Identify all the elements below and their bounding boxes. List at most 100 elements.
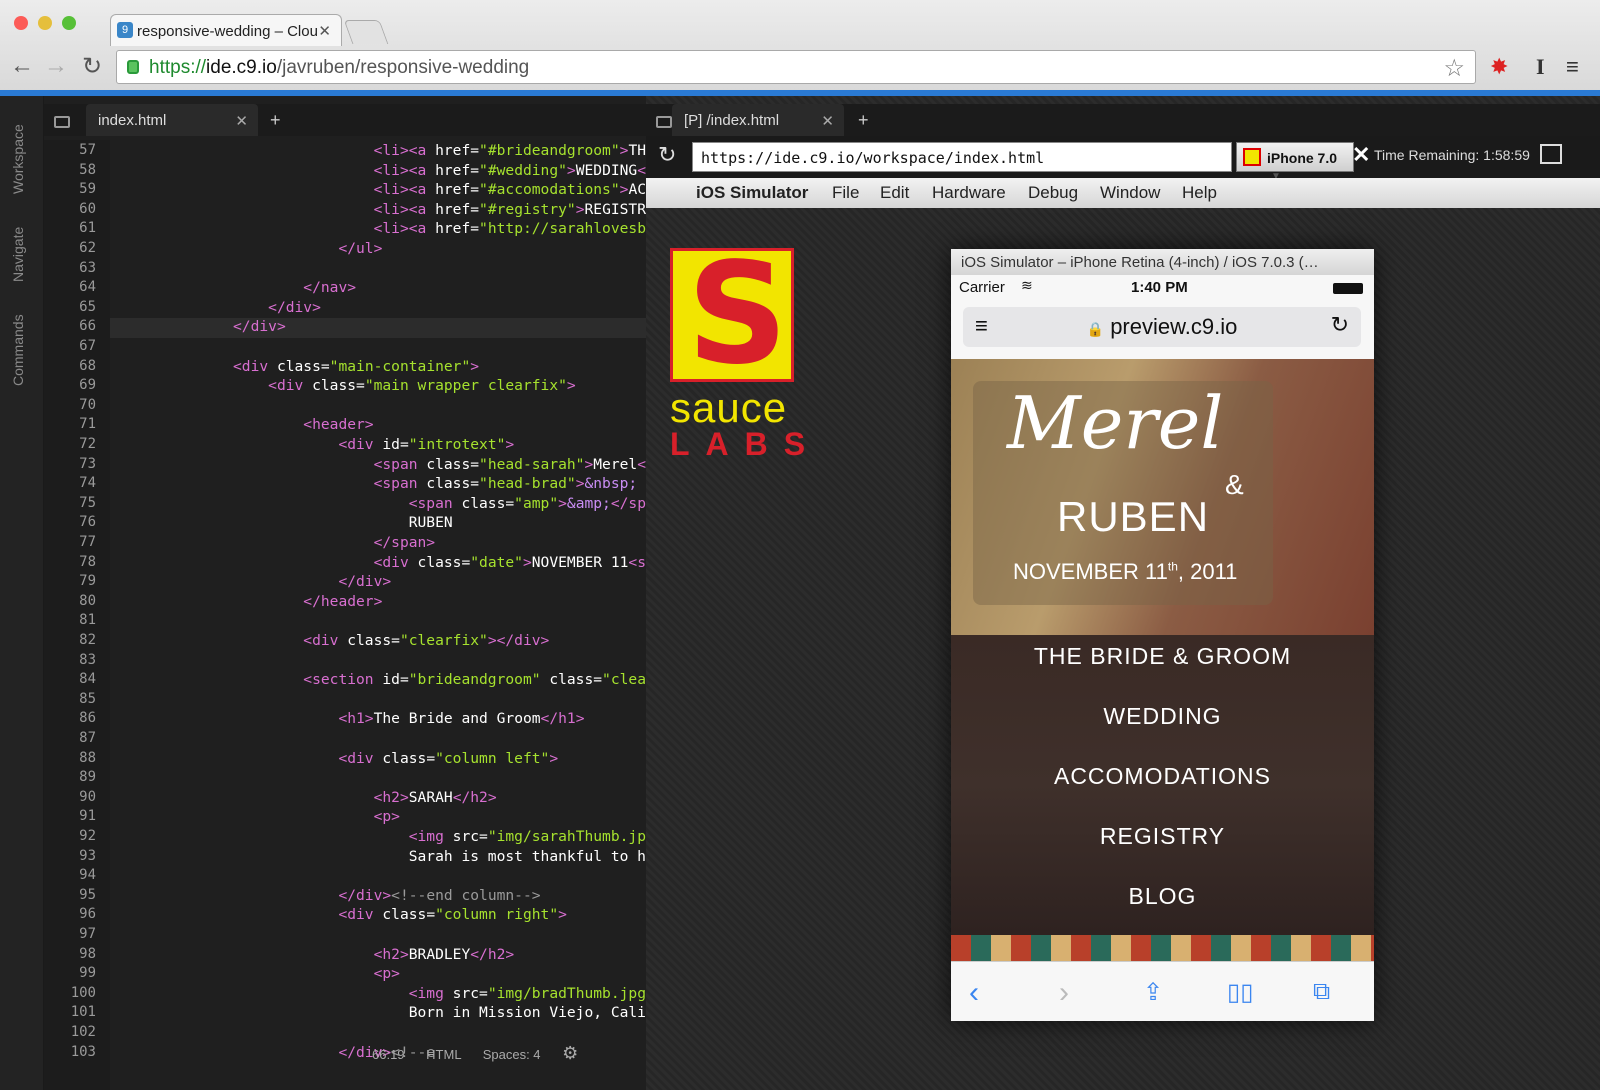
code-line[interactable]: </div> — [110, 573, 646, 593]
panel-toggle-icon[interactable] — [54, 116, 70, 128]
address-bar[interactable]: https://ide.c9.io/javruben/responsive-we… — [116, 50, 1476, 84]
reload-icon[interactable]: ↻ — [1331, 312, 1349, 338]
code-line[interactable]: <section id="brideandgroom" class="clear — [110, 671, 646, 691]
code-line[interactable]: <div class="column left"> — [110, 750, 646, 770]
code-line[interactable]: <div class="main-container"> — [110, 358, 646, 378]
refresh-icon[interactable]: ↻ — [658, 142, 676, 168]
code-line[interactable]: <div class="column right"> — [110, 906, 646, 926]
menu-edit[interactable]: Edit — [880, 183, 909, 203]
code-line[interactable] — [110, 769, 646, 789]
forward-arrow-icon[interactable]: → — [44, 52, 68, 80]
code-line[interactable] — [110, 612, 646, 632]
code-line[interactable]: <div class="main wrapper clearfix"> — [110, 377, 646, 397]
code-line[interactable]: <p> — [110, 808, 646, 828]
code-line[interactable] — [110, 691, 646, 711]
code-line[interactable]: <div id="introtext"> — [110, 436, 646, 456]
new-tab-button[interactable] — [343, 20, 389, 44]
code-line[interactable]: <li><a href="#wedding">WEDDING</ — [110, 162, 646, 182]
instapaper-icon[interactable]: I — [1536, 54, 1545, 80]
code-line[interactable]: RUBEN — [110, 514, 646, 534]
close-window-button[interactable] — [14, 16, 28, 30]
code-line[interactable]: </header> — [110, 593, 646, 613]
bookmark-star-icon[interactable]: ☆ — [1443, 54, 1465, 83]
browser-tab[interactable]: 9 responsive-wedding – Clou ✕ — [110, 14, 342, 46]
code-line[interactable]: <li><a href="#registry">REGISTRY< — [110, 201, 646, 221]
code-line[interactable]: <h1>The Bride and Groom</h1> — [110, 710, 646, 730]
tab-index-html[interactable]: index.html ✕ — [86, 104, 258, 136]
tab-close-icon[interactable]: ✕ — [821, 112, 834, 130]
code-line[interactable]: <li><a href="#brideandgroom">THE — [110, 142, 646, 162]
nav-registry[interactable]: REGISTRY — [951, 823, 1374, 850]
code-line[interactable]: Born in Mission Viejo, Calif — [110, 1004, 646, 1024]
bookmarks-book-icon[interactable]: ▯▯ — [1227, 978, 1253, 1007]
reader-list-icon[interactable]: ≡ — [975, 313, 988, 339]
code-line[interactable] — [110, 1024, 646, 1044]
code-line[interactable] — [110, 338, 646, 358]
menu-ios-simulator[interactable]: iOS Simulator — [696, 183, 808, 203]
code-line[interactable]: <h2>SARAH</h2> — [110, 789, 646, 809]
code-line[interactable]: <p> — [110, 965, 646, 985]
code-line[interactable] — [110, 730, 646, 750]
nav-accomodations[interactable]: ACCOMODATIONS — [951, 763, 1374, 790]
extension-icon[interactable]: ✸ — [1490, 54, 1508, 80]
menu-hamburger-icon[interactable]: ≡ — [1566, 54, 1579, 80]
menu-file[interactable]: File — [832, 183, 859, 203]
code-line[interactable] — [110, 260, 646, 280]
code-line[interactable] — [110, 867, 646, 887]
code-line[interactable] — [110, 652, 646, 672]
code-line[interactable]: </span> — [110, 534, 646, 554]
sidebar-item-commands[interactable]: Commands — [10, 314, 26, 386]
menu-hardware[interactable]: Hardware — [932, 183, 1006, 203]
code-line[interactable]: <div class="date">NOVEMBER 11<su — [110, 554, 646, 574]
safari-address-field[interactable]: ≡ 🔒 preview.c9.io ↻ — [963, 307, 1361, 347]
nav-blog[interactable]: BLOG — [951, 883, 1374, 910]
tab-close-icon[interactable]: ✕ — [235, 112, 248, 130]
tabs-icon[interactable]: ⧉ — [1313, 978, 1330, 1006]
code-line[interactable]: </nav> — [110, 279, 646, 299]
panel-toggle-icon[interactable] — [656, 116, 672, 128]
reload-icon[interactable]: ↻ — [80, 52, 104, 81]
code-line[interactable]: <li><a href="#accomodations">ACC — [110, 181, 646, 201]
nav-wedding[interactable]: WEDDING — [951, 703, 1374, 730]
back-arrow-icon[interactable]: ← — [10, 52, 34, 80]
code-line[interactable]: <li><a href="http://sarahlovesbr — [110, 220, 646, 240]
back-chevron-icon[interactable]: ‹ — [969, 976, 979, 1010]
code-area[interactable]: <li><a href="#brideandgroom">THE <li><a … — [110, 140, 646, 1090]
code-line[interactable]: <span class="amp">&amp;</spar — [110, 495, 646, 515]
menu-help[interactable]: Help — [1182, 183, 1217, 203]
close-session-icon[interactable]: ✕ — [1352, 142, 1370, 168]
forward-chevron-icon[interactable]: › — [1059, 976, 1069, 1010]
code-line[interactable]: <h2>BRADLEY</h2> — [110, 946, 646, 966]
tab-preview-index[interactable]: [P] /index.html ✕ — [672, 104, 844, 136]
code-line[interactable]: <img src="img/bradThumb.jpg" — [110, 985, 646, 1005]
code-line[interactable]: </div><!--end column--> — [110, 887, 646, 907]
language-mode[interactable]: HTML — [426, 1047, 461, 1062]
share-icon[interactable]: ⇪ — [1143, 978, 1163, 1007]
add-tab-icon[interactable]: + — [858, 110, 869, 131]
nav-bride-groom[interactable]: THE BRIDE & GROOM — [951, 643, 1374, 670]
device-select[interactable]: iPhone 7.0 ▼ — [1236, 142, 1354, 182]
code-line[interactable]: <div class="clearfix"></div> — [110, 632, 646, 652]
code-line[interactable]: <img src="img/sarahThumb.jpg" — [110, 828, 646, 848]
indent-setting[interactable]: Spaces: 4 — [483, 1047, 541, 1062]
code-line[interactable]: <span class="head-sarah">Merel</s — [110, 456, 646, 476]
preview-url-input[interactable]: https://ide.c9.io/workspace/index.html — [692, 142, 1232, 172]
minimize-window-button[interactable] — [38, 16, 52, 30]
maximize-window-button[interactable] — [62, 16, 76, 30]
code-line[interactable]: <header> — [110, 416, 646, 436]
sidebar-item-workspace[interactable]: Workspace — [10, 124, 26, 194]
add-tab-icon[interactable]: + — [270, 110, 281, 131]
settings-gear-icon[interactable]: ⚙ — [562, 1043, 578, 1063]
menu-debug[interactable]: Debug — [1028, 183, 1078, 203]
code-line[interactable]: <span class="head-brad">&nbsp; — [110, 475, 646, 495]
popout-icon[interactable] — [1540, 144, 1562, 164]
code-line[interactable] — [110, 397, 646, 417]
code-line[interactable]: </div> — [110, 299, 646, 319]
tab-close-icon[interactable]: ✕ — [318, 22, 331, 40]
code-line[interactable]: </ul> — [110, 240, 646, 260]
sidebar-item-navigate[interactable]: Navigate — [10, 227, 26, 282]
menu-window[interactable]: Window — [1100, 183, 1160, 203]
code-line[interactable]: Sarah is most thankful to her — [110, 848, 646, 868]
code-line[interactable] — [110, 926, 646, 946]
code-line[interactable]: </div> — [110, 318, 646, 339]
